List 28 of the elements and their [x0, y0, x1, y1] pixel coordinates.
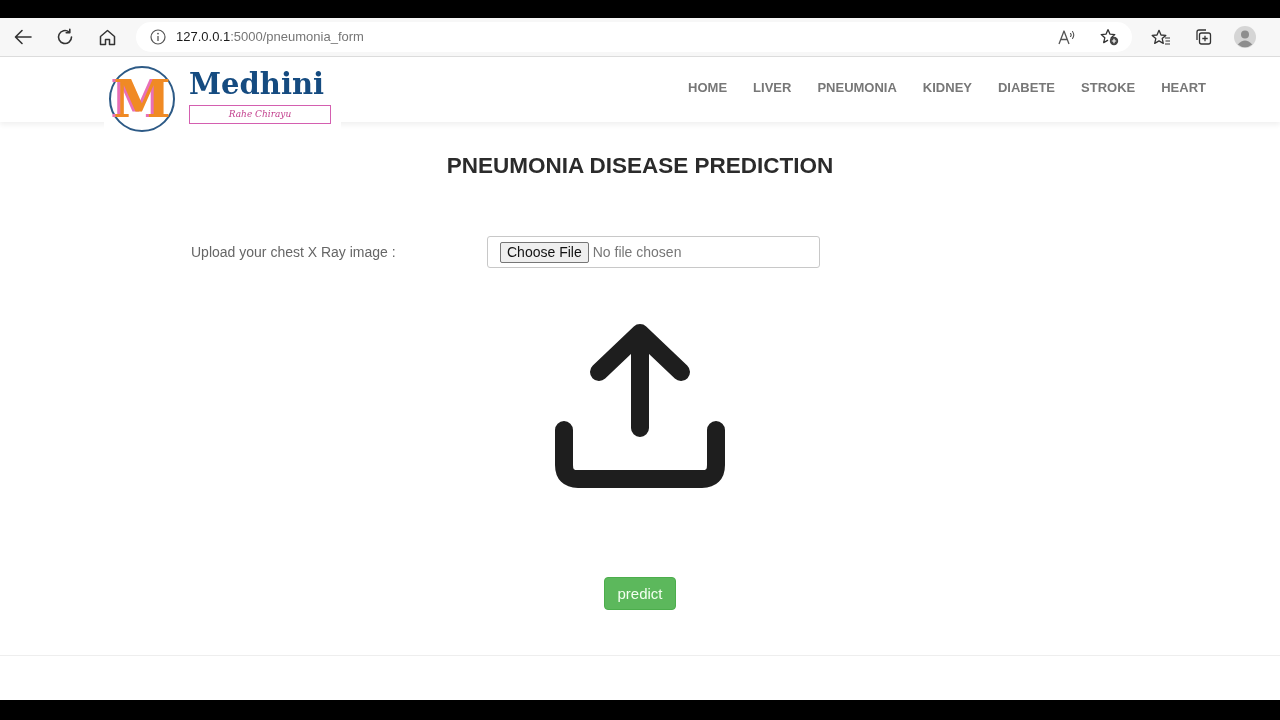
- nav-link[interactable]: DIABETE: [998, 77, 1056, 98]
- back-arrow-icon: [14, 29, 32, 45]
- file-input-field[interactable]: Choose File No file chosen: [487, 236, 820, 268]
- nav-link[interactable]: HOME: [688, 77, 728, 98]
- home-icon: [98, 28, 116, 46]
- avatar-icon: [1234, 26, 1256, 48]
- info-icon: [150, 29, 166, 45]
- upload-icon: [554, 322, 726, 488]
- url-text: 127.0.0.1:5000/pneumonia_form: [176, 28, 364, 47]
- reload-icon: [56, 28, 74, 46]
- read-aloud-icon: [1058, 29, 1076, 45]
- nav-link[interactable]: LIVER: [753, 77, 792, 98]
- star-list-icon: [1151, 28, 1171, 46]
- upload-label: Upload your chest X Ray image :: [191, 242, 397, 262]
- choose-file-button[interactable]: Choose File: [500, 241, 589, 263]
- logo-emblem: M: [109, 66, 175, 132]
- page-title: PNEUMONIA DISEASE PREDICTION: [445, 153, 835, 178]
- nav-link[interactable]: STROKE: [1081, 77, 1136, 98]
- nav-link[interactable]: KIDNEY: [922, 77, 972, 98]
- brand-tagline: Rahe Chirayu: [189, 105, 331, 124]
- address-bar[interactable]: 127.0.0.1:5000/pneumonia_form: [136, 22, 1132, 52]
- star-plus-icon: [1099, 28, 1119, 46]
- nav-link[interactable]: HEART: [1161, 77, 1206, 98]
- predict-button[interactable]: predict: [604, 577, 676, 610]
- nav-link[interactable]: PNEUMONIA: [817, 77, 897, 98]
- collections-icon: [1194, 28, 1212, 46]
- brand-name: Medhini: [189, 70, 326, 99]
- file-status-text: No file chosen: [592, 242, 682, 262]
